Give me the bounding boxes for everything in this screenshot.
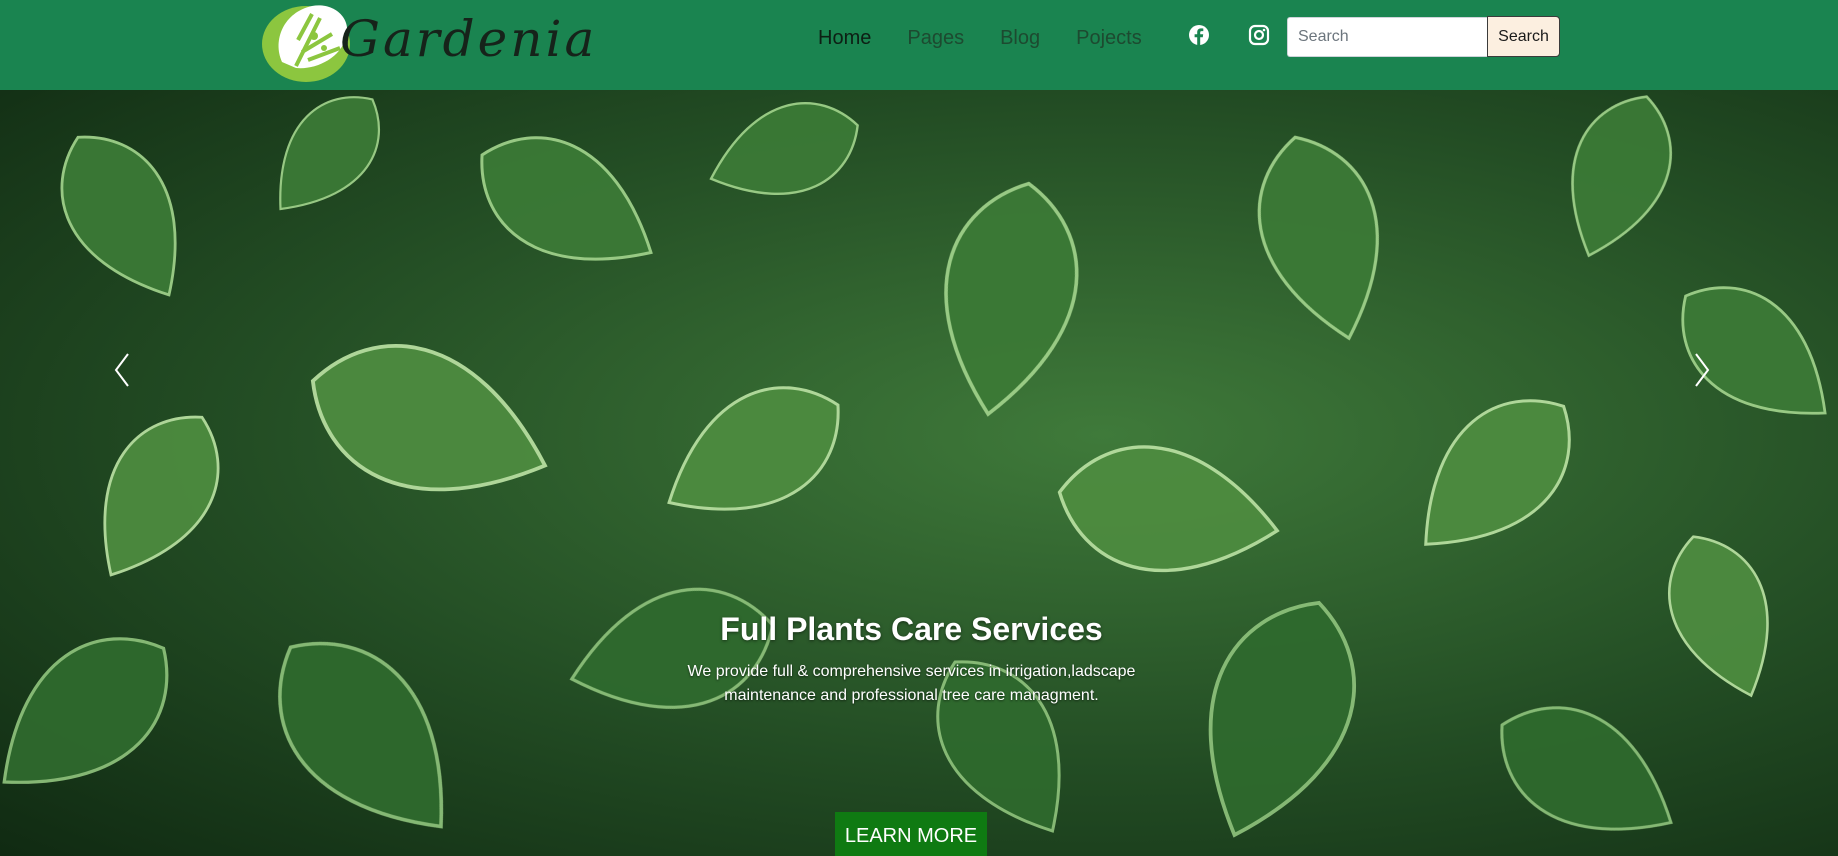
search-button[interactable]: Search (1487, 16, 1560, 57)
main-nav: Home Pages Blog Pojects (818, 22, 1178, 54)
nav-item-blog[interactable]: Blog (1000, 22, 1040, 54)
learn-more-button[interactable]: LEARN MORE (835, 812, 987, 856)
hero-carousel: Full Plants Care Services We provide ful… (0, 90, 1838, 856)
brand-name: Gardenia (340, 10, 598, 68)
brand-logo[interactable]: Gardenia (262, 0, 594, 84)
instagram-icon[interactable] (1248, 24, 1270, 46)
carousel-next-button[interactable] (1682, 340, 1722, 400)
nav-item-pages[interactable]: Pages (907, 22, 964, 54)
chevron-right-icon (1695, 353, 1710, 387)
carousel-prev-button[interactable] (102, 340, 142, 400)
hero-title: Full Plants Care Services (720, 611, 1103, 647)
nav-item-home[interactable]: Home (818, 22, 871, 54)
monstera-leaf-icon (262, 5, 350, 82)
facebook-icon[interactable] (1188, 24, 1210, 46)
leaves-background-image (0, 90, 1838, 856)
search-input[interactable] (1287, 17, 1487, 57)
hero-description: We provide full & comprehensive services… (687, 663, 1136, 704)
nav-item-projects[interactable]: Pojects (1076, 22, 1142, 54)
navbar: Gardenia Home Pages Blog Pojects Search (0, 0, 1838, 90)
carousel-caption: Full Plants Care Services We provide ful… (644, 608, 1179, 708)
chevron-left-icon (114, 353, 129, 387)
